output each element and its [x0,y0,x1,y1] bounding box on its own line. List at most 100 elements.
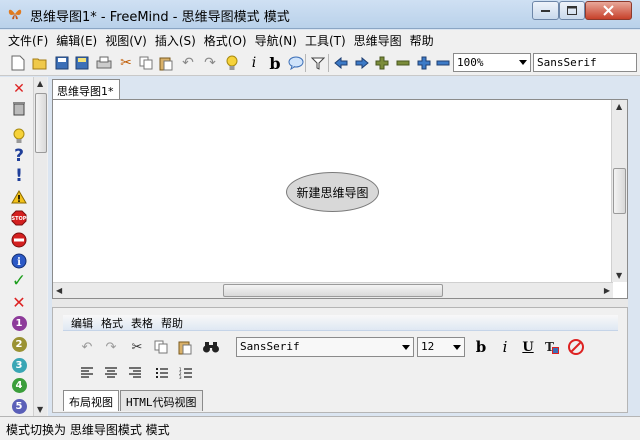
icon-info[interactable]: i [10,252,28,270]
icon-toolbar: ✕ ? ! STOP i ✓ ✕ 1 2 3 4 5 ▲ ▼ [0,77,48,416]
menu-file[interactable]: 文件(F) [4,32,52,49]
icon-idea[interactable] [10,127,28,145]
icon-ok[interactable]: ✓ [10,271,28,291]
menu-view[interactable]: 视图(V) [101,32,151,49]
icon-priority-3[interactable]: 3 [10,356,28,374]
align-right-button[interactable] [125,363,145,383]
save-as-button[interactable] [72,53,92,73]
editor-redo-button[interactable]: ↷ [101,337,121,357]
scroll-right-arrow-icon[interactable]: ▶ [604,286,610,295]
redo-icon: ↷ [204,55,216,71]
numbered-list-button[interactable]: 123 [176,363,196,383]
menu-edit[interactable]: 编辑(E) [52,32,101,49]
scroll-down-arrow-icon[interactable]: ▼ [616,271,622,280]
navigate-forward-button[interactable] [352,53,372,73]
icon-stop[interactable]: STOP [10,209,28,227]
align-center-button[interactable] [101,363,121,383]
menu-insert[interactable]: 插入(S) [151,32,200,49]
bullet-list-button[interactable] [152,363,172,383]
paste-button[interactable] [156,53,176,73]
zoom-out-button[interactable] [433,53,453,73]
open-file-button[interactable] [30,53,50,73]
maximize-button[interactable] [559,1,585,20]
editor-underline-button[interactable]: U [518,337,538,357]
icon-warning[interactable] [10,188,28,206]
align-left-button[interactable] [77,363,97,383]
minimize-button[interactable] [532,1,559,20]
scroll-up-arrow-icon[interactable]: ▲ [616,102,622,111]
scrollbar-thumb[interactable] [613,168,626,214]
menu-mindmap[interactable]: 思维导图 [350,32,406,49]
mindmap-canvas[interactable]: 新建思维导图 ▲ ▼ ◀ ▶ [52,99,628,299]
scrollbar-thumb[interactable] [35,93,47,153]
editor-menu-edit[interactable]: 编辑 [67,315,97,331]
font-family-select[interactable]: SansSerif [533,53,637,72]
tab-mindmap-1[interactable]: 思维导图1* [52,79,120,99]
editor-menu-table[interactable]: 表格 [127,315,157,331]
scrollbar-thumb[interactable] [223,284,443,297]
save-button[interactable] [52,53,72,73]
editor-cut-button[interactable]: ✂ [127,337,147,357]
root-node[interactable]: 新建思维导图 [286,172,379,212]
editor-undo-button[interactable]: ↶ [77,337,97,357]
scroll-up-arrow-icon[interactable]: ▲ [37,79,43,88]
filter-icon [311,57,325,70]
editor-italic-button[interactable]: i [495,337,515,357]
arrow-left-icon [334,57,348,69]
icon-toolbar-scrollbar[interactable]: ▲ ▼ [33,77,47,416]
canvas-vertical-scrollbar[interactable]: ▲ ▼ [611,100,627,282]
icon-cancel[interactable]: ✕ [10,293,28,312]
text-color-icon: T [545,340,559,354]
tab-html-view[interactable]: HTML代码视图 [120,390,203,411]
bold-button[interactable]: b [265,53,285,73]
collapse-node-button[interactable] [393,53,413,73]
editor-font-size-select[interactable]: 12 [417,337,465,357]
menu-tools[interactable]: 工具(T) [301,32,350,49]
panel-splitter[interactable] [52,299,628,307]
remove-last-icon-button[interactable]: ✕ [10,80,28,98]
icon-priority-2[interactable]: 2 [10,335,28,353]
scroll-down-arrow-icon[interactable]: ▼ [37,405,43,414]
expand-node-button[interactable] [372,53,392,73]
stop-sign-icon: STOP [11,210,27,226]
zoom-select[interactable]: 100% [453,53,531,72]
editor-font-size-value: 12 [421,340,435,353]
italic-button[interactable]: i [244,53,264,73]
scroll-left-arrow-icon[interactable]: ◀ [56,286,62,295]
copy-button[interactable] [136,53,156,73]
icon-important[interactable]: ! [10,166,28,186]
editor-font-family-select[interactable]: SansSerif [236,337,414,357]
canvas-horizontal-scrollbar[interactable]: ◀ ▶ [53,282,613,298]
navigate-back-button[interactable] [331,53,351,73]
icon-priority-1[interactable]: 1 [10,314,28,332]
zoom-in-button[interactable] [414,53,434,73]
editor-paste-button[interactable] [175,337,195,357]
icon-prohibited[interactable] [10,231,28,249]
filter-button[interactable] [308,53,328,73]
close-button[interactable] [585,1,632,20]
undo-button[interactable]: ↶ [178,53,198,73]
icon-priority-4[interactable]: 4 [10,376,28,394]
editor-bold-button[interactable]: b [471,337,491,357]
new-file-button[interactable] [8,53,28,73]
cut-button[interactable]: ✂ [116,53,136,73]
arrow-right-icon [355,57,369,69]
editor-menu-help[interactable]: 帮助 [157,315,187,331]
editor-copy-button[interactable] [151,337,171,357]
icon-priority-5[interactable]: 5 [10,397,28,415]
note-editor-panel: 编辑 格式 表格 帮助 ↶ ↷ ✂ SansSerif 12 b i U T 1… [52,307,628,413]
editor-text-color-button[interactable]: T [542,337,562,357]
menu-navigate[interactable]: 导航(N) [251,32,301,49]
idea-button[interactable] [222,53,242,73]
tab-layout-view[interactable]: 布局视图 [63,390,119,411]
remove-all-icons-button[interactable] [10,99,28,117]
note-bubble-button[interactable] [286,53,306,73]
menu-format[interactable]: 格式(O) [200,32,251,49]
print-button[interactable] [94,53,114,73]
menu-help[interactable]: 帮助 [406,32,438,49]
editor-find-button[interactable] [201,337,221,357]
icon-question[interactable]: ? [10,146,28,166]
editor-menu-format[interactable]: 格式 [97,315,127,331]
editor-clear-format-button[interactable] [566,337,586,357]
redo-button[interactable]: ↷ [200,53,220,73]
